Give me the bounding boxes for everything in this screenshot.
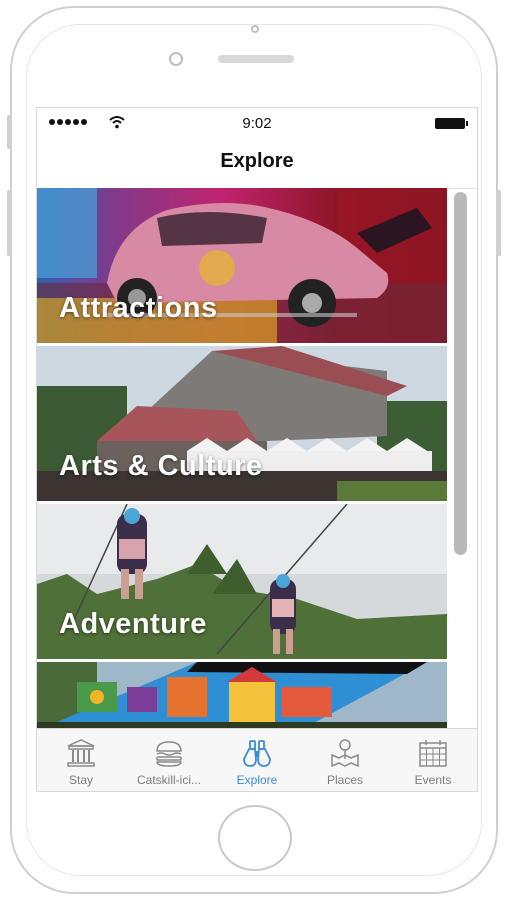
tab-bar: Stay Catskill-ici... Explore Places Even… [37,728,477,791]
category-list[interactable]: Attractions Arts & Culture Adventure [37,188,447,728]
tab-stay[interactable]: Stay [37,729,125,791]
tab-explore[interactable]: Explore [213,729,301,791]
home-button[interactable] [218,805,292,871]
category-tile-attractions[interactable]: Attractions [37,188,447,343]
front-camera [169,52,183,66]
mural-photo [37,662,447,728]
power-button [497,190,501,256]
tab-label: Stay [68,773,93,787]
category-label: Attractions [59,292,218,324]
tab-events[interactable]: Events [389,729,477,791]
status-time: 9:02 [242,115,272,132]
category-tile-arts-culture[interactable]: Arts & Culture [37,346,447,501]
battery-icon [435,118,468,129]
navigation-bar: Explore [37,138,477,189]
tab-places[interactable]: Places [301,729,389,791]
tab-label: Catskill-ici... [136,773,201,787]
building-icon [67,739,95,767]
category-label: Adventure [59,608,207,640]
calendar-icon [419,740,447,767]
category-tile-partial[interactable] [37,662,447,728]
scrollbar[interactable] [454,192,467,555]
category-tile-adventure[interactable]: Adventure [37,504,447,659]
volume-down-button [7,190,11,256]
category-label: Arts & Culture [59,450,263,482]
camera-dot [251,25,259,33]
tab-label: Events [414,773,452,787]
burger-icon [156,741,182,767]
status-bar: 9:02 [37,108,477,138]
volume-up-button [7,115,11,149]
tab-label: Explore [236,773,278,787]
app-screen: 9:02 Explore Attractions Arts & Culture … [36,107,478,792]
map-pin-icon [331,739,359,768]
page-title: Explore [220,150,294,172]
tab-catskill-icious[interactable]: Catskill-ici... [125,729,213,791]
binoculars-icon [243,740,271,767]
tab-label: Places [326,773,364,787]
earpiece-speaker [218,55,294,63]
